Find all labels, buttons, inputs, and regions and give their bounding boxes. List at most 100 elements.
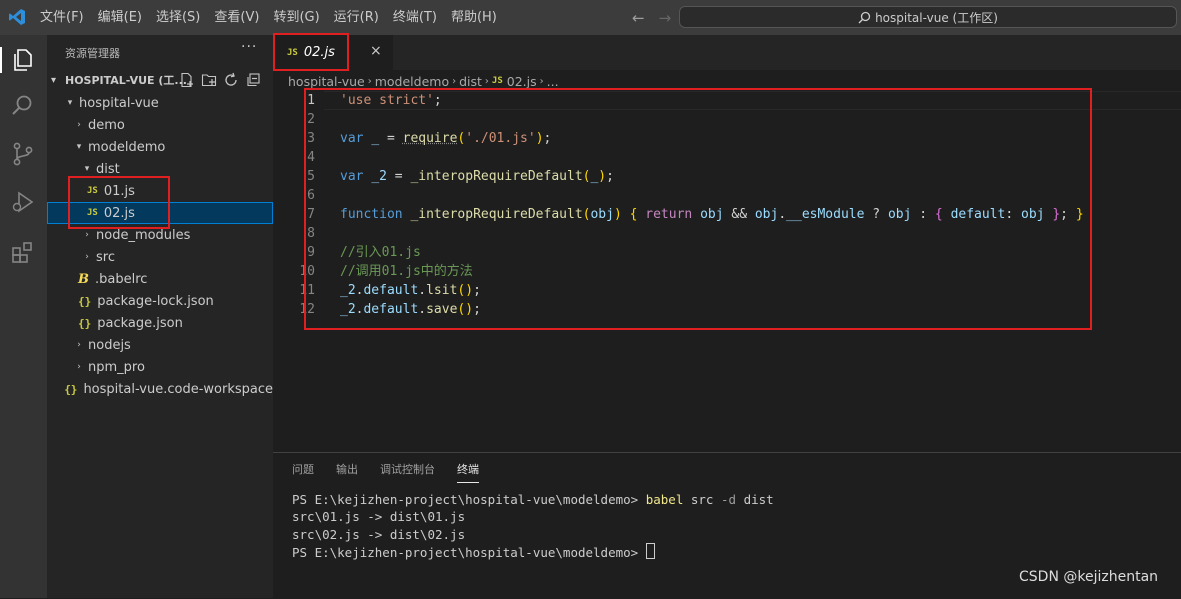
extensions-icon[interactable] (10, 239, 36, 265)
tree-item-package-json[interactable]: {} package.json (47, 312, 273, 334)
tree-item-label: hospital-vue (79, 95, 159, 111)
menu-terminal[interactable]: 终端(T) (386, 0, 444, 35)
chevron-right-icon: › (484, 75, 489, 87)
chevron-right-icon: › (85, 230, 89, 240)
menu-view[interactable]: 查看(V) (207, 0, 266, 35)
tree-item-label: node_modules (96, 227, 191, 243)
chevron-right-icon: › (77, 362, 81, 372)
tab-problems[interactable]: 问题 (292, 461, 314, 483)
json-file-icon: {} (78, 294, 92, 308)
terminal-prompt: PS E:\kejizhen-project\hospital-vue\mode… (292, 492, 646, 507)
babel-file-icon: B (78, 271, 89, 287)
menu-edit[interactable]: 编辑(E) (91, 0, 149, 35)
chevron-right-icon: › (452, 75, 457, 87)
workspace-actions (179, 72, 261, 88)
more-actions-icon[interactable]: ··· (241, 39, 257, 55)
editor-tab-bar: JS 02.js × (273, 35, 1181, 70)
workspace-section-header[interactable]: ▾ HOSPITAL-VUE (工... (47, 69, 273, 91)
activity-bar (0, 35, 47, 598)
tab-debug-console[interactable]: 调试控制台 (380, 461, 435, 483)
chevron-right-icon: › (85, 252, 89, 262)
watermark: CSDN @kejizhentan (1019, 569, 1159, 585)
terminal-line: src\02.js -> dist\02.js (292, 526, 466, 542)
vscode-logo-icon (9, 9, 25, 25)
chevron-right-icon: › (77, 340, 81, 350)
tab-terminal[interactable]: 终端 (457, 461, 479, 483)
collapse-all-icon[interactable] (245, 72, 261, 88)
tree-item-babelrc[interactable]: B .babelrc (47, 268, 273, 290)
explorer-header: 资源管理器 (65, 47, 120, 60)
refresh-icon[interactable] (223, 72, 239, 88)
chevron-down-icon: ▾ (76, 142, 82, 152)
command-center-label: hospital-vue (工作区) (875, 10, 998, 25)
terminal-cursor (645, 542, 655, 559)
menu-help[interactable]: 帮助(H) (444, 0, 504, 35)
forward-arrow-icon[interactable]: → (659, 9, 672, 27)
annotation-box-code (304, 88, 1092, 330)
tree-item-label: package-lock.json (97, 293, 214, 309)
terminal-flag: -d (721, 492, 737, 507)
chevron-down-icon: ▾ (51, 74, 57, 86)
tree-item-label: demo (88, 117, 125, 133)
tree-item-label: modeldemo (88, 139, 166, 155)
terminal-output[interactable]: PS E:\kejizhen-project\hospital-vue\mode… (292, 491, 774, 561)
terminal-line: src\01.js -> dist\01.js (292, 509, 466, 525)
tree-item-label: nodejs (88, 337, 131, 353)
tree-item-demo[interactable]: › demo (47, 114, 273, 136)
js-file-icon: JS (491, 76, 503, 86)
tree-item-label: hospital-vue.code-workspace (83, 381, 273, 397)
explorer-icon[interactable] (10, 47, 36, 73)
tree-item-label: .babelrc (95, 271, 148, 287)
tab-output[interactable]: 输出 (336, 461, 358, 483)
command-center-search[interactable]: hospital-vue (工作区) (679, 6, 1177, 28)
terminal-command: babel (645, 492, 684, 507)
workspace-title: HOSPITAL-VUE (工... (65, 74, 187, 87)
tree-item-label: src (96, 249, 115, 265)
menu-selection[interactable]: 选择(S) (149, 0, 207, 35)
title-bar: 文件(F) 编辑(E) 选择(S) 查看(V) 转到(G) 运行(R) 终端(T… (0, 0, 1181, 35)
breadcrumb-item[interactable]: hospital-vue (288, 74, 365, 89)
breadcrumb-item[interactable]: ... (547, 74, 559, 89)
tree-item-workspace-file[interactable]: {} hospital-vue.code-workspace (47, 378, 273, 400)
tree-item-hospital-vue[interactable]: ▾ hospital-vue (47, 92, 273, 114)
tree-item-npm-pro[interactable]: › npm_pro (47, 356, 273, 378)
chevron-down-icon: ▾ (84, 164, 90, 174)
annotation-box-tab (273, 33, 349, 71)
tree-item-src[interactable]: › src (47, 246, 273, 268)
terminal-args: src (683, 492, 721, 507)
tree-item-label: npm_pro (88, 359, 145, 375)
json-file-icon: {} (64, 382, 78, 396)
tree-item-nodejs[interactable]: › nodejs (47, 334, 273, 356)
new-file-icon[interactable] (179, 72, 195, 88)
breadcrumb-item[interactable]: dist (459, 74, 482, 89)
chevron-right-icon: › (367, 75, 372, 87)
terminal-prompt: PS E:\kejizhen-project\hospital-vue\mode… (292, 544, 646, 560)
active-indicator (0, 47, 2, 73)
json-file-icon: {} (78, 316, 92, 330)
tree-item-label: package.json (97, 315, 183, 331)
tree-item-package-lock-json[interactable]: {} package-lock.json (47, 290, 273, 312)
back-arrow-icon[interactable]: ← (632, 9, 645, 27)
new-folder-icon[interactable] (201, 72, 217, 88)
terminal-args: dist (736, 492, 774, 507)
close-icon[interactable]: × (370, 43, 382, 59)
menu-go[interactable]: 转到(G) (266, 0, 326, 35)
search-icon (858, 11, 871, 23)
source-control-icon[interactable] (10, 141, 36, 167)
chevron-right-icon: › (77, 120, 81, 130)
chevron-right-icon: › (539, 75, 544, 87)
menu-file[interactable]: 文件(F) (33, 0, 91, 35)
search-icon[interactable] (10, 93, 36, 119)
tree-item-modeldemo[interactable]: ▾ modeldemo (47, 136, 273, 158)
chevron-down-icon: ▾ (67, 98, 73, 108)
navigation-arrows: ← → (632, 9, 671, 27)
panel-tabs: 问题 输出 调试控制台 终端 (292, 461, 501, 483)
breadcrumb-item[interactable]: modeldemo (375, 74, 449, 89)
run-debug-icon[interactable] (10, 189, 36, 215)
menu-bar: 文件(F) 编辑(E) 选择(S) 查看(V) 转到(G) 运行(R) 终端(T… (33, 0, 504, 35)
tree-item-label: dist (96, 161, 120, 177)
menu-run[interactable]: 运行(R) (327, 0, 386, 35)
breadcrumb-item[interactable]: 02.js (507, 74, 537, 89)
annotation-box-files (68, 176, 170, 229)
explorer-sidebar: 资源管理器 ··· ▾ HOSPITAL-VUE (工... ▾ hospita… (47, 35, 273, 598)
